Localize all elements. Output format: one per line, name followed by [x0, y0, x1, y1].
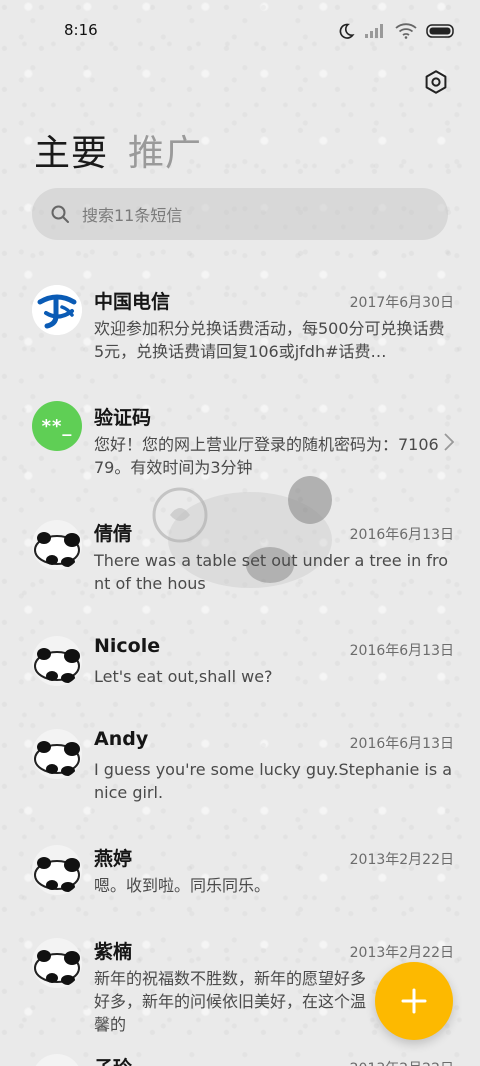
- message-date: 2016年6月13日: [349, 736, 454, 752]
- search-placeholder: 搜索11条短信: [82, 206, 183, 225]
- status-time: 8:16: [64, 21, 98, 39]
- list-item[interactable]: 子玲 2013年2月22日: [0, 1048, 480, 1066]
- wifi-icon: [395, 23, 417, 39]
- list-item[interactable]: **_ 验证码 您好！您的网上营业厅登录的随机密码为：710679。有效时间为3…: [0, 398, 480, 488]
- contact-name: 验证码: [94, 407, 152, 429]
- list-item[interactable]: 倩倩 2016年6月13日 There was a table set out …: [0, 514, 480, 604]
- message-preview: Let's eat out,shall we?: [94, 667, 273, 686]
- contact-name: 子玲: [94, 1053, 132, 1066]
- new-message-button[interactable]: [375, 962, 453, 1040]
- message-preview: I guess you're some lucky guy.Stephanie …: [94, 760, 453, 802]
- message-preview: 欢迎参加积分兑换话费活动，每500分可兑换话费5元，兑换话费请回复106或jfd…: [94, 319, 445, 361]
- verification-avatar-text: **_: [41, 415, 73, 437]
- contact-name: Nicole: [94, 635, 161, 657]
- status-bar: 8:16: [0, 0, 480, 60]
- status-icons: [337, 22, 454, 40]
- list-item[interactable]: Nicole 2016年6月13日 Let's eat out,shall we…: [0, 630, 480, 720]
- message-date: 2016年6月13日: [349, 643, 454, 659]
- signal-icon: [365, 24, 383, 38]
- panda-avatar: [32, 845, 82, 895]
- contact-name: 燕婷: [94, 848, 133, 870]
- list-item[interactable]: Andy 2016年6月13日 I guess you're some luck…: [0, 723, 480, 813]
- plus-icon: [401, 988, 427, 1014]
- contact-name: 中国电信: [94, 291, 171, 313]
- china-telecom-logo-avatar: [32, 285, 82, 335]
- contact-name: 倩倩: [94, 523, 133, 545]
- tab-promotions[interactable]: 推广: [128, 124, 202, 176]
- list-item[interactable]: 中国电信 2017年6月30日 欢迎参加积分兑换话费活动，每500分可兑换话费5…: [0, 282, 480, 372]
- contact-name: 紫楠: [94, 941, 133, 963]
- panda-avatar: [32, 938, 82, 988]
- message-preview: 新年的祝福数不胜数，新年的愿望好多好多，新年的问候依旧美好，在这个温馨的: [94, 969, 367, 1034]
- verification-avatar: **_: [32, 401, 82, 451]
- message-date: 2013年2月22日: [350, 1058, 454, 1066]
- battery-icon: [426, 24, 454, 38]
- list-item[interactable]: 燕婷 2013年2月22日 嗯。收到啦。同乐同乐。: [0, 839, 480, 929]
- message-date: 2017年6月30日: [349, 295, 454, 311]
- message-preview: 嗯。收到啦。同乐同乐。: [94, 876, 271, 895]
- search-input[interactable]: 搜索11条短信: [32, 188, 448, 240]
- panda-avatar: [32, 1054, 82, 1066]
- search-icon: [51, 205, 69, 223]
- panda-avatar: [32, 636, 82, 686]
- tab-primary[interactable]: 主要: [34, 124, 108, 176]
- message-preview: There was a table set out under a tree i…: [94, 551, 448, 593]
- message-date: 2013年2月22日: [349, 852, 454, 868]
- gear-icon: [425, 70, 447, 94]
- tab-bar: 主要 推广: [34, 124, 202, 176]
- china-telecom-logo-icon: [32, 285, 82, 335]
- message-date: 2013年2月22日: [349, 945, 454, 961]
- contact-name: Andy: [94, 728, 149, 750]
- panda-avatar: [32, 729, 82, 779]
- chevron-right-icon[interactable]: [442, 432, 456, 452]
- panda-avatar: [32, 520, 82, 570]
- moon-icon: [339, 23, 355, 39]
- message-preview: 您好！您的网上营业厅登录的随机密码为：710679。有效时间为3分钟: [94, 435, 439, 477]
- message-date: 2016年6月13日: [349, 527, 454, 543]
- settings-button[interactable]: [420, 66, 452, 98]
